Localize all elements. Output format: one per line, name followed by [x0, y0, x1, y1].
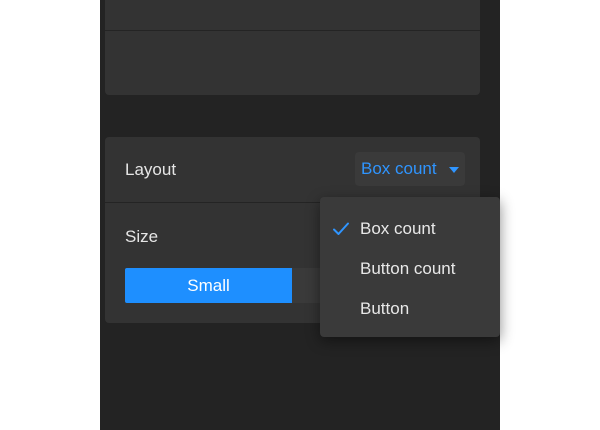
- check-icon: [333, 222, 349, 235]
- layout-option-label: Box count: [360, 219, 436, 238]
- layout-select[interactable]: Box count: [355, 152, 465, 186]
- layout-option-box-count[interactable]: Box count: [320, 209, 500, 249]
- layout-option-label: Button count: [360, 259, 456, 278]
- caret-down-icon: [449, 167, 459, 173]
- settings-card-top: [105, 0, 480, 95]
- layout-option-label: Button: [360, 299, 410, 318]
- layout-option-button-count[interactable]: Button count: [320, 249, 500, 289]
- card-divider: [105, 30, 480, 31]
- layout-label: Layout: [125, 160, 177, 179]
- size-small-button[interactable]: Small: [125, 268, 292, 303]
- layout-select-value: Box count: [361, 159, 437, 178]
- layout-row: Layout Box count: [105, 137, 480, 203]
- layout-option-button[interactable]: Button: [320, 289, 500, 329]
- layout-dropdown-menu: Box count Button count Button: [320, 197, 500, 337]
- settings-panel: Layout Box count Size Small Box count Bu…: [100, 0, 500, 430]
- size-label: Size: [125, 227, 159, 246]
